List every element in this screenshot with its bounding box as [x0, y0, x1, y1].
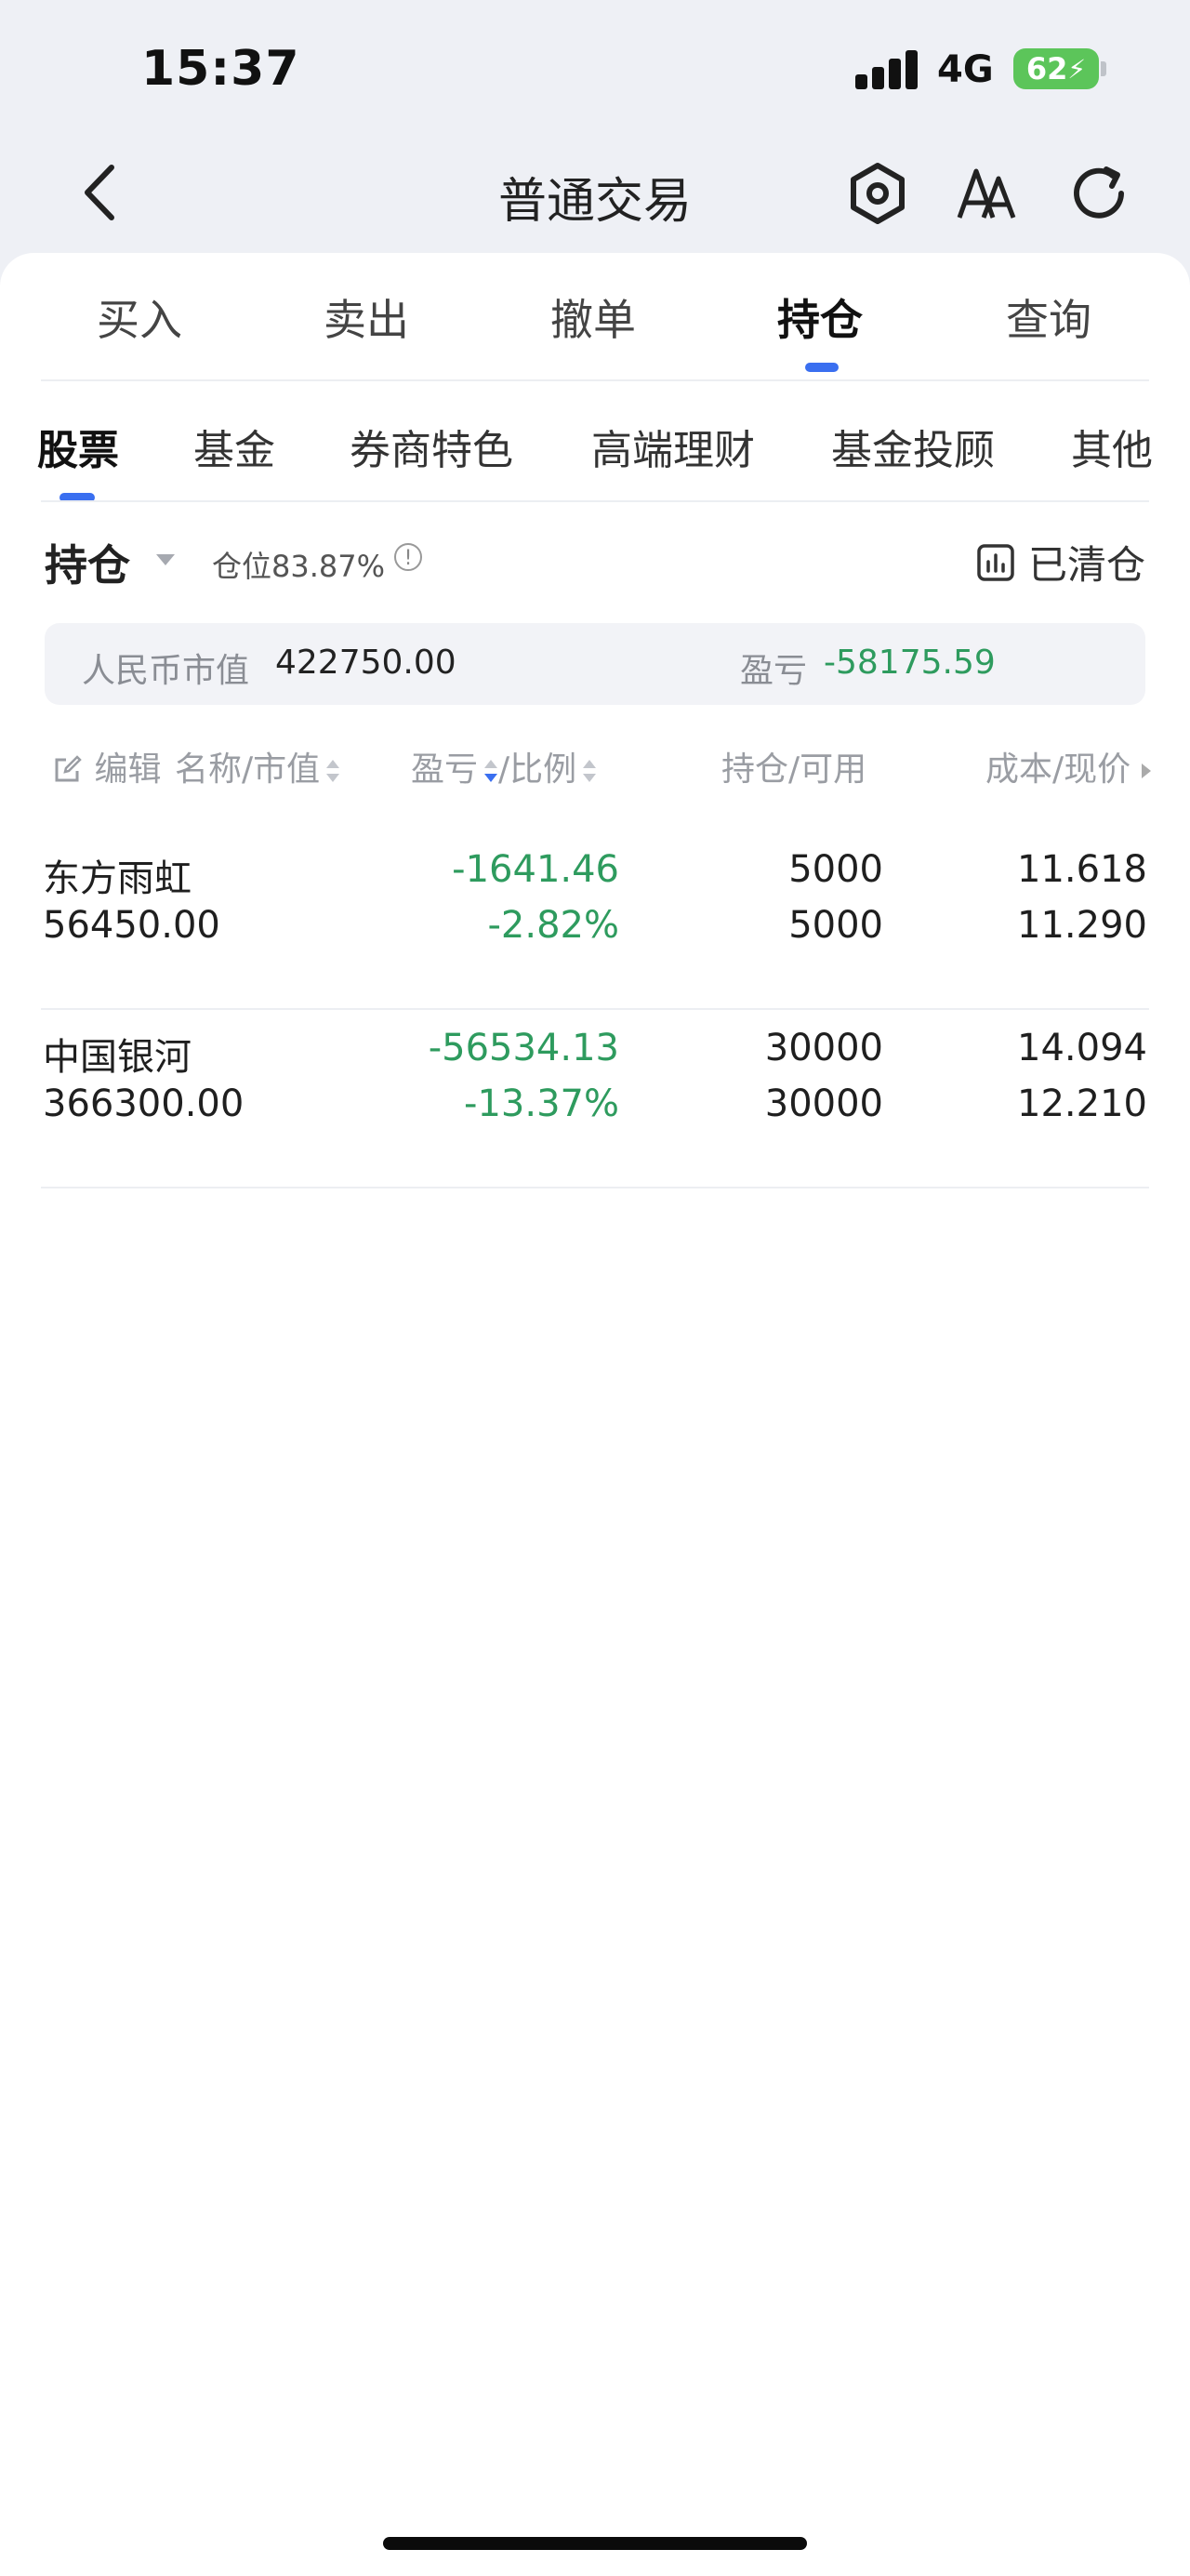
col-name[interactable]: 名称/市值 — [175, 742, 340, 790]
active-tab-indicator — [805, 363, 839, 372]
tab-premium-wealth[interactable]: 高端理财 — [591, 417, 755, 476]
stock-pnl: -1641.46 — [452, 848, 619, 891]
market-value-label: 人民币市值 — [82, 652, 250, 690]
sort-desc-icon — [483, 760, 498, 782]
row-divider — [41, 1187, 1149, 1188]
stock-price: 11.290 — [1017, 904, 1147, 947]
tab-buy[interactable]: 买入 — [97, 286, 182, 348]
font-size-button[interactable] — [950, 156, 1025, 231]
main-card: 买入 卖出 撤单 持仓 查询 股票 基金 券商特色 高端理财 基金投顾 其他 持… — [0, 253, 1190, 2576]
stock-name: 东方雨虹 — [43, 857, 192, 900]
edit-label: 编辑 — [94, 750, 162, 789]
status-time: 15:37 — [141, 41, 300, 97]
info-icon[interactable]: ! — [394, 543, 422, 571]
battery-icon: 62 ⚡ — [1013, 48, 1099, 89]
col-cost[interactable]: 成本/现价 — [985, 742, 1152, 790]
tab-sell[interactable]: 卖出 — [324, 286, 409, 348]
tab-stocks[interactable]: 股票 — [37, 417, 119, 476]
divider — [41, 500, 1149, 502]
stock-available: 5000 — [788, 904, 883, 947]
stock-name: 中国银河 — [43, 1036, 192, 1079]
table-row[interactable]: 中国银河 366300.00 -56534.13 -13.37% 30000 3… — [0, 1027, 1190, 1203]
market-value: 422750.00 — [275, 644, 456, 682]
asset-tabs: 股票 基金 券商特色 高端理财 基金投顾 其他 — [0, 383, 1190, 504]
cleared-label: 已清仓 — [1027, 542, 1145, 588]
settings-button[interactable] — [840, 156, 915, 231]
tab-other[interactable]: 其他 — [1071, 417, 1153, 476]
stock-pnl-ratio: -13.37% — [464, 1082, 619, 1125]
tab-broker-special[interactable]: 券商特色 — [350, 417, 513, 476]
row-divider — [41, 1008, 1149, 1010]
refresh-button[interactable] — [1062, 156, 1136, 231]
stock-holding: 30000 — [764, 1027, 883, 1069]
col-cost-label: 成本/现价 — [985, 750, 1131, 789]
sort-icon — [582, 760, 597, 782]
signal-icon — [855, 48, 920, 89]
summary-bar: 人民币市值 422750.00 盈亏 -58175.59 — [45, 623, 1145, 705]
chart-icon — [977, 543, 1014, 581]
pnl-total: -58175.59 — [824, 644, 996, 682]
col-pnl-label: 盈亏 — [411, 750, 479, 789]
tab-fund-advisory[interactable]: 基金投顾 — [831, 417, 995, 476]
stock-pnl: -56534.13 — [428, 1027, 619, 1069]
refresh-icon — [1074, 166, 1124, 219]
stock-market-value: 366300.00 — [43, 1082, 245, 1125]
cleared-positions-button[interactable]: 已清仓 — [976, 534, 1145, 591]
pnl-label: 盈亏 — [740, 652, 808, 690]
col-pnl[interactable]: 盈亏/比例 — [411, 742, 597, 790]
col-ratio-label: /比例 — [498, 750, 577, 789]
tab-holdings[interactable]: 持仓 — [777, 286, 863, 348]
trade-tabs: 买入 卖出 撤单 持仓 查询 — [0, 253, 1190, 381]
stock-available: 30000 — [764, 1082, 883, 1125]
sort-icon — [325, 760, 340, 782]
stock-pnl-ratio: -2.82% — [487, 904, 619, 947]
stock-market-value: 56450.00 — [43, 904, 220, 947]
divider — [41, 379, 1149, 381]
edit-button[interactable]: 编辑 — [52, 742, 161, 790]
caret-down-icon[interactable] — [156, 554, 175, 565]
stock-price: 12.210 — [1017, 1082, 1147, 1125]
col-holding: 持仓/可用 — [721, 750, 867, 789]
table-header: 编辑 名称/市值 盈亏/比例 持仓/可用 成本/现价 — [0, 737, 1190, 792]
holdings-header: 持仓 仓位83.87% ! 已清仓 — [0, 523, 1190, 597]
battery-level: 62 — [1025, 51, 1068, 86]
tab-cancel[interactable]: 撤单 — [550, 286, 636, 348]
settings-hexagon-icon — [851, 163, 905, 224]
home-indicator[interactable] — [383, 2537, 807, 2550]
edit-icon — [55, 755, 82, 782]
battery-tip — [1101, 61, 1106, 76]
position-ratio: 仓位83.87% — [212, 549, 386, 584]
chevron-right-icon — [1142, 764, 1152, 778]
stock-holding: 5000 — [788, 848, 883, 891]
col-name-label: 名称/市值 — [175, 750, 321, 789]
holdings-title[interactable]: 持仓 — [45, 532, 130, 593]
stock-cost: 14.094 — [1017, 1027, 1147, 1069]
font-size-icon — [957, 168, 1016, 219]
nav-bar: 普通交易 — [0, 139, 1190, 251]
network-type: 4G — [937, 48, 994, 91]
status-bar: 15:37 4G 62 ⚡ — [0, 0, 1190, 139]
stock-cost: 11.618 — [1017, 848, 1147, 891]
tab-query[interactable]: 查询 — [1006, 286, 1091, 348]
tab-funds[interactable]: 基金 — [193, 417, 275, 476]
table-row[interactable]: 东方雨虹 56450.00 -1641.46 -2.82% 5000 5000 … — [0, 848, 1190, 1025]
